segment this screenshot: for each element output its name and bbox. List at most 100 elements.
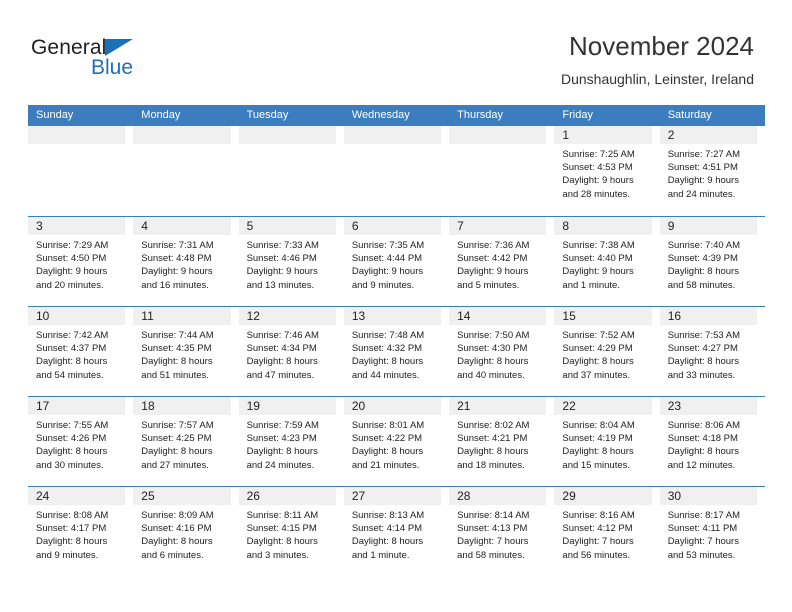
day-sun-info: Sunrise: 8:06 AM Sunset: 4:18 PM Daylight:… [660, 415, 757, 472]
sunset-text: Sunset: 4:50 PM [36, 253, 107, 265]
calendar-day-cell[interactable]: 5 Sunrise: 7:33 AM Sunset: 4:46 PM Daylight… [238, 217, 344, 306]
calendar-weeks: 1 Sunrise: 7:25 AM Sunset: 4:53 PM Daylight… [28, 126, 765, 576]
sunrise-text: Sunrise: 7:29 AM [36, 240, 109, 251]
day-number: 2 [659, 126, 757, 144]
day-number: 30 [659, 487, 757, 505]
calendar-week-row: 1 Sunrise: 7:25 AM Sunset: 4:53 PM Daylight… [28, 126, 765, 216]
sunset-text: Sunset: 4:39 PM [667, 253, 738, 265]
weekday-saturday: Saturday [667, 109, 712, 121]
calendar-week-row: 10 Sunrise: 7:42 AM Sunset: 4:37 PM Dayligh… [28, 306, 765, 396]
calendar-day-cell[interactable]: 22 Sunrise: 8:04 AM Sunset: 4:19 PM Dayligh… [554, 397, 659, 486]
day-sun-info: Sunrise: 8:13 AM Sunset: 4:14 PM Daylight:… [344, 505, 441, 562]
calendar-day-cell[interactable]: 11 Sunrise: 7:44 AM Sunset: 4:35 PM Dayligh… [133, 307, 238, 396]
day-sun-info: Sunrise: 7:33 AM Sunset: 4:46 PM Daylight:… [239, 235, 336, 292]
daylight-text-line1: Daylight: 8 hours [36, 356, 108, 368]
sunset-text: Sunset: 4:26 PM [36, 433, 107, 445]
day-cell-inner: 30 Sunrise: 8:17 AM Sunset: 4:11 PM Dayligh… [659, 487, 757, 576]
calendar-day-cell[interactable]: 26 Sunrise: 8:11 AM Sunset: 4:15 PM Dayligh… [238, 487, 344, 576]
sunrise-text: Sunrise: 8:02 AM [457, 420, 530, 431]
day-sun-info: Sunrise: 8:09 AM Sunset: 4:16 PM Daylight:… [133, 505, 230, 562]
calendar-day-cell[interactable]: 27 Sunrise: 8:13 AM Sunset: 4:14 PM Dayligh… [343, 487, 449, 576]
calendar-day-cell[interactable]: 19 Sunrise: 7:59 AM Sunset: 4:23 PM Dayligh… [238, 397, 344, 486]
calendar-day-cell[interactable]: 12 Sunrise: 7:46 AM Sunset: 4:34 PM Dayligh… [238, 307, 344, 396]
day-cell-inner: 10 Sunrise: 7:42 AM Sunset: 4:37 PM Dayligh… [28, 307, 126, 396]
sunrise-text: Sunrise: 7:31 AM [141, 240, 214, 251]
calendar-day-cell-empty [133, 126, 238, 216]
sunset-text: Sunset: 4:19 PM [562, 433, 633, 445]
day-cell-inner: 18 Sunrise: 7:57 AM Sunset: 4:25 PM Dayligh… [133, 397, 231, 486]
page-header: General Blue November 2024 Dunshaughlin,… [0, 0, 792, 104]
day-sun-info: Sunrise: 8:11 AM Sunset: 4:15 PM Daylight:… [239, 505, 336, 562]
calendar-day-cell[interactable]: 13 Sunrise: 7:48 AM Sunset: 4:32 PM Dayligh… [343, 307, 449, 396]
day-cell-inner: 2 Sunrise: 7:27 AM Sunset: 4:51 PM Daylight… [659, 126, 757, 216]
daylight-text-line2: and 58 minutes. [457, 549, 525, 561]
calendar-day-cell[interactable]: 20 Sunrise: 8:01 AM Sunset: 4:22 PM Dayligh… [343, 397, 449, 486]
calendar-day-cell[interactable]: 4 Sunrise: 7:31 AM Sunset: 4:48 PM Daylight… [133, 217, 238, 306]
calendar-day-cell[interactable]: 14 Sunrise: 7:50 AM Sunset: 4:30 PM Dayligh… [449, 307, 554, 396]
weekday-sunday: Sunday [36, 109, 74, 121]
daylight-text-line1: Daylight: 8 hours [667, 266, 739, 278]
day-number: 22 [554, 397, 652, 415]
day-number: 26 [238, 487, 336, 505]
calendar-day-cell[interactable]: 17 Sunrise: 7:55 AM Sunset: 4:26 PM Dayligh… [28, 397, 133, 486]
daylight-text-line1: Daylight: 8 hours [562, 446, 634, 458]
calendar-page: General Blue November 2024 Dunshaughlin,… [0, 0, 792, 612]
daylight-text-line1: Daylight: 9 hours [562, 266, 634, 278]
day-sun-info: Sunrise: 7:27 AM Sunset: 4:51 PM Daylight:… [660, 144, 757, 201]
daylight-text-line1: Daylight: 7 hours [562, 536, 634, 548]
calendar-day-cell[interactable]: 18 Sunrise: 7:57 AM Sunset: 4:25 PM Dayligh… [133, 397, 238, 486]
day-sun-info: Sunrise: 7:42 AM Sunset: 4:37 PM Daylight:… [28, 325, 125, 382]
calendar-day-cell[interactable]: 7 Sunrise: 7:36 AM Sunset: 4:42 PM Daylight… [449, 217, 554, 306]
daylight-text-line2: and 24 minutes. [667, 188, 736, 200]
calendar-day-cell[interactable]: 3 Sunrise: 7:29 AM Sunset: 4:50 PM Daylight… [28, 217, 133, 306]
sunset-text: Sunset: 4:25 PM [141, 433, 212, 445]
calendar-day-cell[interactable]: 10 Sunrise: 7:42 AM Sunset: 4:37 PM Dayligh… [28, 307, 133, 396]
calendar-day-cell[interactable]: 21 Sunrise: 8:02 AM Sunset: 4:21 PM Dayligh… [449, 397, 554, 486]
calendar-day-cell[interactable]: 2 Sunrise: 7:27 AM Sunset: 4:51 PM Daylight… [659, 126, 765, 216]
sunset-text: Sunset: 4:44 PM [351, 253, 423, 265]
daylight-text-line2: and 20 minutes. [36, 279, 104, 291]
daylight-text-line2: and 13 minutes. [246, 279, 315, 291]
calendar-day-cell[interactable]: 16 Sunrise: 7:53 AM Sunset: 4:27 PM Dayligh… [659, 307, 765, 396]
calendar-day-cell[interactable]: 30 Sunrise: 8:17 AM Sunset: 4:11 PM Dayligh… [659, 487, 765, 576]
daylight-text-line2: and 3 minutes. [246, 549, 309, 561]
daylight-text-line2: and 5 minutes. [457, 279, 520, 291]
sunset-text: Sunset: 4:13 PM [457, 523, 528, 535]
calendar-day-cell[interactable]: 24 Sunrise: 8:08 AM Sunset: 4:17 PM Dayligh… [28, 487, 133, 576]
general-blue-logo[interactable]: General Blue [31, 36, 211, 88]
day-number: 25 [133, 487, 231, 505]
day-sun-info: Sunrise: 7:31 AM Sunset: 4:48 PM Daylight:… [133, 235, 230, 292]
calendar-day-cell[interactable]: 25 Sunrise: 8:09 AM Sunset: 4:16 PM Dayligh… [133, 487, 238, 576]
day-sun-info: Sunrise: 8:16 AM Sunset: 4:12 PM Daylight:… [554, 505, 651, 562]
day-number: 7 [449, 217, 547, 235]
calendar-day-cell[interactable]: 8 Sunrise: 7:38 AM Sunset: 4:40 PM Daylight… [554, 217, 659, 306]
day-number: 29 [554, 487, 652, 505]
sunrise-text: Sunrise: 7:33 AM [246, 240, 319, 251]
calendar-day-cell[interactable]: 29 Sunrise: 8:16 AM Sunset: 4:12 PM Dayligh… [554, 487, 659, 576]
day-cell-inner: 17 Sunrise: 7:55 AM Sunset: 4:26 PM Dayligh… [28, 397, 126, 486]
calendar-day-cell[interactable]: 6 Sunrise: 7:35 AM Sunset: 4:44 PM Daylight… [343, 217, 449, 306]
day-number: 28 [449, 487, 547, 505]
sunrise-text: Sunrise: 8:08 AM [36, 510, 109, 521]
calendar-day-cell[interactable]: 1 Sunrise: 7:25 AM Sunset: 4:53 PM Daylight… [554, 126, 659, 216]
day-number: 4 [133, 217, 231, 235]
daylight-text-line1: Daylight: 8 hours [667, 446, 739, 458]
day-number: 18 [133, 397, 231, 415]
day-cell-inner: 6 Sunrise: 7:35 AM Sunset: 4:44 PM Daylight… [343, 217, 442, 306]
day-cell-inner: 21 Sunrise: 8:02 AM Sunset: 4:21 PM Dayligh… [449, 397, 547, 486]
calendar-week-row: 3 Sunrise: 7:29 AM Sunset: 4:50 PM Daylight… [28, 216, 765, 306]
daylight-text-line2: and 18 minutes. [457, 459, 525, 471]
calendar-day-cell[interactable]: 28 Sunrise: 8:14 AM Sunset: 4:13 PM Dayligh… [449, 487, 554, 576]
calendar-day-cell[interactable]: 15 Sunrise: 7:52 AM Sunset: 4:29 PM Dayligh… [554, 307, 659, 396]
logo-triangle-icon [105, 39, 133, 56]
day-number: 20 [343, 397, 442, 415]
daylight-text-line2: and 40 minutes. [457, 369, 525, 381]
calendar-day-cell[interactable]: 9 Sunrise: 7:40 AM Sunset: 4:39 PM Daylight… [659, 217, 765, 306]
sunset-text: Sunset: 4:34 PM [246, 343, 317, 355]
day-sun-info: Sunrise: 7:48 AM Sunset: 4:32 PM Daylight:… [344, 325, 441, 382]
daylight-text-line1: Daylight: 8 hours [667, 356, 739, 368]
sunset-text: Sunset: 4:37 PM [36, 343, 107, 355]
calendar-day-cell[interactable]: 23 Sunrise: 8:06 AM Sunset: 4:18 PM Dayligh… [659, 397, 765, 486]
day-cell-inner: 19 Sunrise: 7:59 AM Sunset: 4:23 PM Dayligh… [238, 397, 336, 486]
sunrise-text: Sunrise: 7:53 AM [667, 330, 741, 341]
